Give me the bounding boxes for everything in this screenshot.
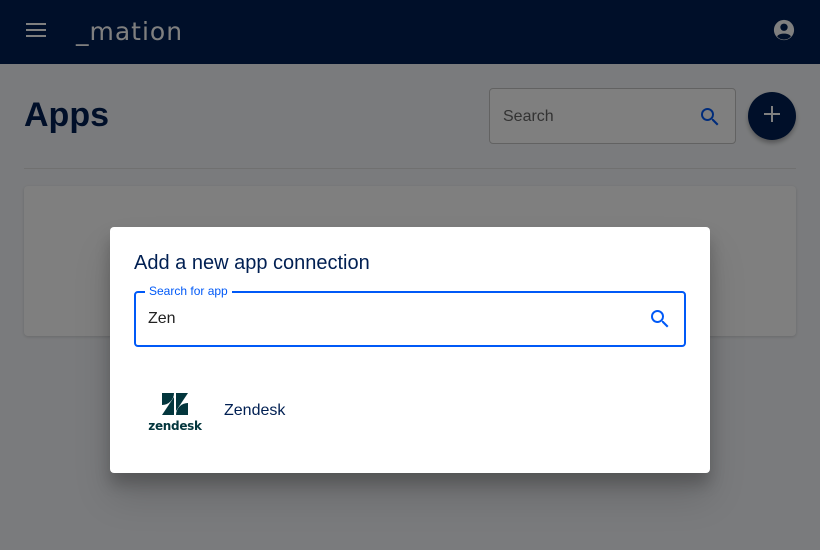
- app-search-label: Search for app: [145, 284, 232, 298]
- zendesk-wordmark: zendesk: [148, 419, 202, 433]
- app-result-zendesk[interactable]: zendesk Zendesk: [134, 383, 686, 439]
- search-icon[interactable]: [648, 307, 672, 336]
- app-search-field[interactable]: Search for app: [134, 284, 686, 347]
- app-search-input[interactable]: [148, 308, 628, 330]
- zendesk-logo: zendesk: [148, 393, 202, 433]
- app-result-label: Zendesk: [224, 402, 286, 419]
- dialog-title: Add a new app connection: [134, 252, 370, 274]
- add-app-connection-dialog: Add a new app connection Search for app …: [110, 227, 710, 473]
